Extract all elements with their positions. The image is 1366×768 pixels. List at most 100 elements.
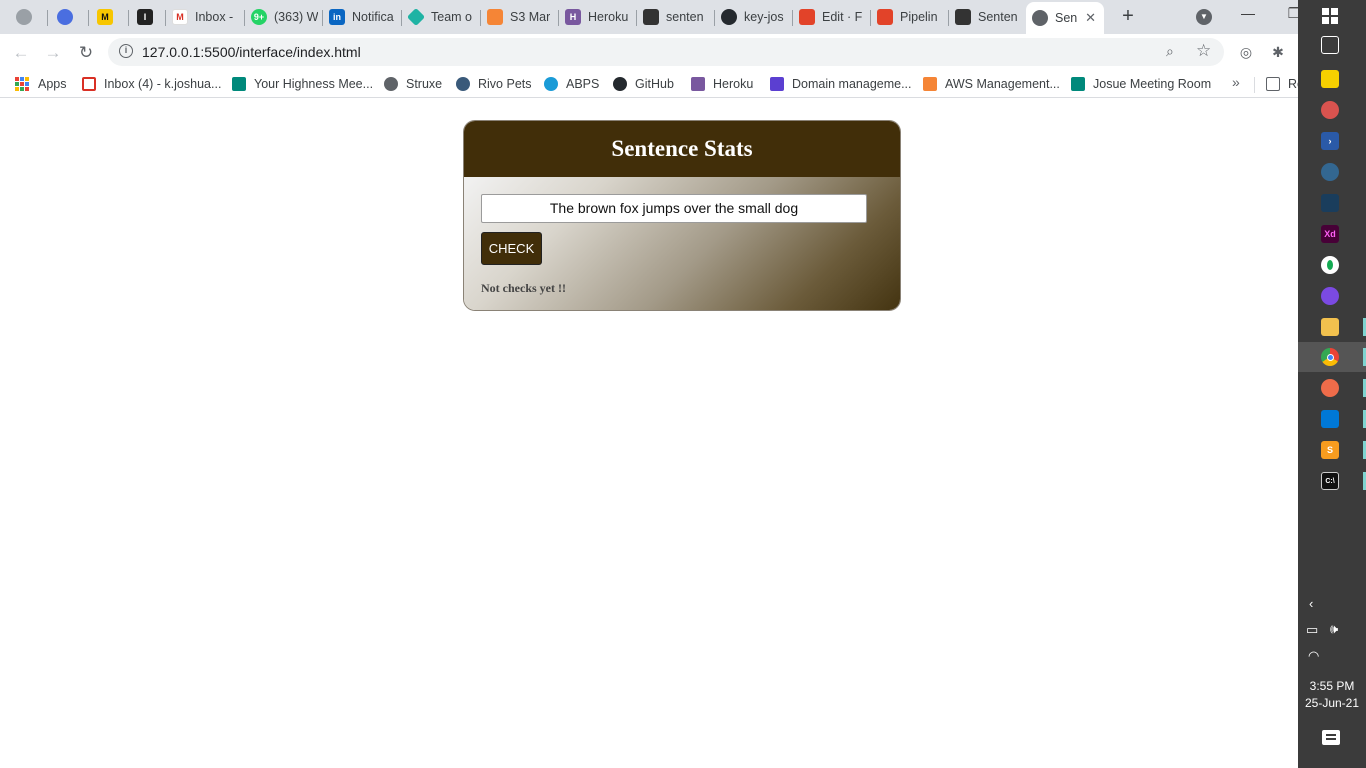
bookmark-aws[interactable]: AWS Management... bbox=[923, 75, 1060, 93]
sentence-stats-card: Sentence Stats The brown fox jumps over … bbox=[463, 120, 901, 311]
gitlab-icon bbox=[877, 9, 893, 25]
command-prompt-icon[interactable]: C:\ bbox=[1321, 472, 1339, 490]
domain-icon bbox=[770, 77, 784, 91]
paw-icon bbox=[456, 77, 470, 91]
gmail-icon: M bbox=[172, 9, 188, 25]
sublime-text-icon[interactable]: S bbox=[1321, 441, 1339, 459]
postgres-icon[interactable] bbox=[1321, 163, 1339, 181]
meet-icon bbox=[232, 77, 246, 91]
bookmark-label: Rivo Pets bbox=[478, 77, 532, 91]
windows-start-icon[interactable] bbox=[1321, 7, 1339, 25]
adobe-xd-icon[interactable]: Xd bbox=[1321, 225, 1339, 243]
whatsapp-icon: 9+ bbox=[251, 9, 267, 25]
tab-12[interactable]: Edit · F bbox=[793, 4, 869, 30]
back-icon[interactable]: ← bbox=[10, 42, 32, 64]
bookmark-abps[interactable]: ABPS bbox=[544, 75, 599, 93]
tab-title: key-jos bbox=[744, 10, 784, 24]
sticky-notes-icon[interactable] bbox=[1321, 70, 1339, 88]
tab-3[interactable]: I bbox=[131, 4, 165, 30]
bookmark-domain[interactable]: Domain manageme... bbox=[770, 75, 912, 93]
new-tab-button[interactable]: + bbox=[1118, 6, 1138, 26]
bookmark-gmail[interactable]: Inbox (4) - k.joshua... bbox=[82, 75, 221, 93]
globe-icon bbox=[1032, 10, 1048, 26]
tab-7[interactable]: Team o bbox=[402, 4, 478, 30]
tab-8[interactable]: S3 Mar bbox=[481, 4, 557, 30]
file-explorer-icon[interactable] bbox=[1321, 318, 1339, 336]
tab-title: Heroku bbox=[588, 10, 629, 24]
show-hidden-icons-icon[interactable]: ‹ bbox=[1309, 596, 1313, 611]
tab-13[interactable]: Pipelin bbox=[871, 4, 947, 30]
gitlab-icon bbox=[799, 9, 815, 25]
tab-10[interactable]: senten bbox=[637, 4, 713, 30]
forward-icon[interactable]: → bbox=[42, 42, 64, 64]
tab-5[interactable]: 9+ (363) W bbox=[245, 4, 321, 30]
volume-icon[interactable]: 🕪 bbox=[1330, 621, 1338, 637]
tab-11[interactable]: key-jos bbox=[715, 4, 791, 30]
bookmark-rivo-pets[interactable]: Rivo Pets bbox=[456, 75, 532, 93]
globe-icon bbox=[384, 77, 398, 91]
tab-title: Team o bbox=[431, 10, 472, 24]
bookmark-label: Domain manageme... bbox=[792, 77, 912, 91]
tab-title: senten bbox=[666, 10, 704, 24]
bookmark-heroku[interactable]: Heroku bbox=[691, 75, 753, 93]
sentence-input[interactable]: The brown fox jumps over the small dog bbox=[481, 194, 867, 223]
tab-search-icon[interactable]: ▼ bbox=[1196, 9, 1212, 25]
wifi-icon[interactable]: ◠ bbox=[1308, 648, 1319, 664]
bookmark-apps[interactable]: Apps bbox=[15, 75, 67, 93]
globe-icon bbox=[16, 9, 32, 25]
bookmark-star-icon[interactable]: ☆ bbox=[1196, 41, 1211, 61]
notifications-icon[interactable] bbox=[1322, 730, 1340, 745]
windows-taskbar: › Xd S C:\ ‹ ▭ 🕪 ◠ 3:55 PM 25-Jun-21 bbox=[1298, 0, 1366, 768]
app-icon bbox=[57, 9, 73, 25]
more-bookmarks-icon[interactable]: » bbox=[1232, 74, 1240, 90]
bookmark-label: AWS Management... bbox=[945, 77, 1060, 91]
page-title: Sentence Stats bbox=[611, 136, 753, 161]
bookmark-meet[interactable]: Your Highness Mee... bbox=[232, 75, 373, 93]
browser-toolbar: ← → ↻ i 127.0.0.1:5500/interface/index.h… bbox=[0, 34, 1298, 70]
page-viewport: Sentence Stats The brown fox jumps over … bbox=[0, 99, 1298, 768]
url-text[interactable]: 127.0.0.1:5500/interface/index.html bbox=[142, 44, 361, 60]
postman-icon[interactable] bbox=[1321, 379, 1339, 397]
app-icon: I bbox=[137, 9, 153, 25]
tab-9[interactable]: H Heroku bbox=[559, 4, 635, 30]
bookmark-josue-meeting[interactable]: Josue Meeting Room bbox=[1071, 75, 1211, 93]
tab-4[interactable]: M Inbox - bbox=[166, 4, 242, 30]
check-button[interactable]: CHECK bbox=[481, 232, 542, 265]
mongodb-icon[interactable] bbox=[1321, 256, 1339, 274]
taskbar-clock[interactable]: 3:55 PM 25-Jun-21 bbox=[1298, 678, 1366, 712]
task-view-icon[interactable] bbox=[1321, 36, 1339, 54]
bookmark-struxe[interactable]: Struxe bbox=[384, 75, 442, 93]
tab-15-active[interactable]: Sen ✕ bbox=[1026, 2, 1104, 34]
github-desktop-icon[interactable] bbox=[1321, 287, 1339, 305]
aws-icon bbox=[923, 77, 937, 91]
tab-0[interactable] bbox=[10, 4, 44, 30]
chrome-icon[interactable] bbox=[1321, 348, 1339, 366]
info-icon[interactable]: i bbox=[119, 44, 133, 58]
puzzle-extensions-icon[interactable]: ✱ bbox=[1269, 43, 1287, 61]
react-icon bbox=[544, 77, 558, 91]
tab-title: Pipelin bbox=[900, 10, 938, 24]
tab-1[interactable] bbox=[51, 4, 85, 30]
app-icon[interactable] bbox=[1321, 101, 1339, 119]
tab-14[interactable]: Senten bbox=[949, 4, 1025, 30]
powershell-icon[interactable]: › bbox=[1321, 132, 1339, 150]
minimize-icon[interactable]: — bbox=[1238, 5, 1258, 21]
bookmark-github[interactable]: GitHub bbox=[613, 75, 674, 93]
battery-icon[interactable]: ▭ bbox=[1306, 622, 1318, 638]
miro-icon: M bbox=[97, 9, 113, 25]
reload-icon[interactable]: ↻ bbox=[75, 42, 97, 64]
close-tab-icon[interactable]: ✕ bbox=[1085, 10, 1096, 26]
address-bar[interactable]: i 127.0.0.1:5500/interface/index.html ⌕ … bbox=[108, 38, 1224, 66]
clock-time: 3:55 PM bbox=[1309, 679, 1355, 693]
bookmarks-bar: Apps Inbox (4) - k.joshua... Your Highne… bbox=[0, 70, 1304, 98]
tab-2[interactable]: M bbox=[91, 4, 125, 30]
zoom-icon[interactable]: ⌕ bbox=[1166, 43, 1174, 60]
tab-title: Inbox - bbox=[195, 10, 234, 24]
vscode-icon[interactable] bbox=[1321, 410, 1339, 428]
tab-6[interactable]: in Notifica bbox=[323, 4, 399, 30]
extension-icon[interactable]: ◎ bbox=[1237, 43, 1255, 61]
mysql-workbench-icon[interactable] bbox=[1321, 194, 1339, 212]
heroku-icon: H bbox=[565, 9, 581, 25]
apps-grid-icon bbox=[15, 77, 29, 91]
bookmark-label: Inbox (4) - k.joshua... bbox=[104, 77, 222, 91]
